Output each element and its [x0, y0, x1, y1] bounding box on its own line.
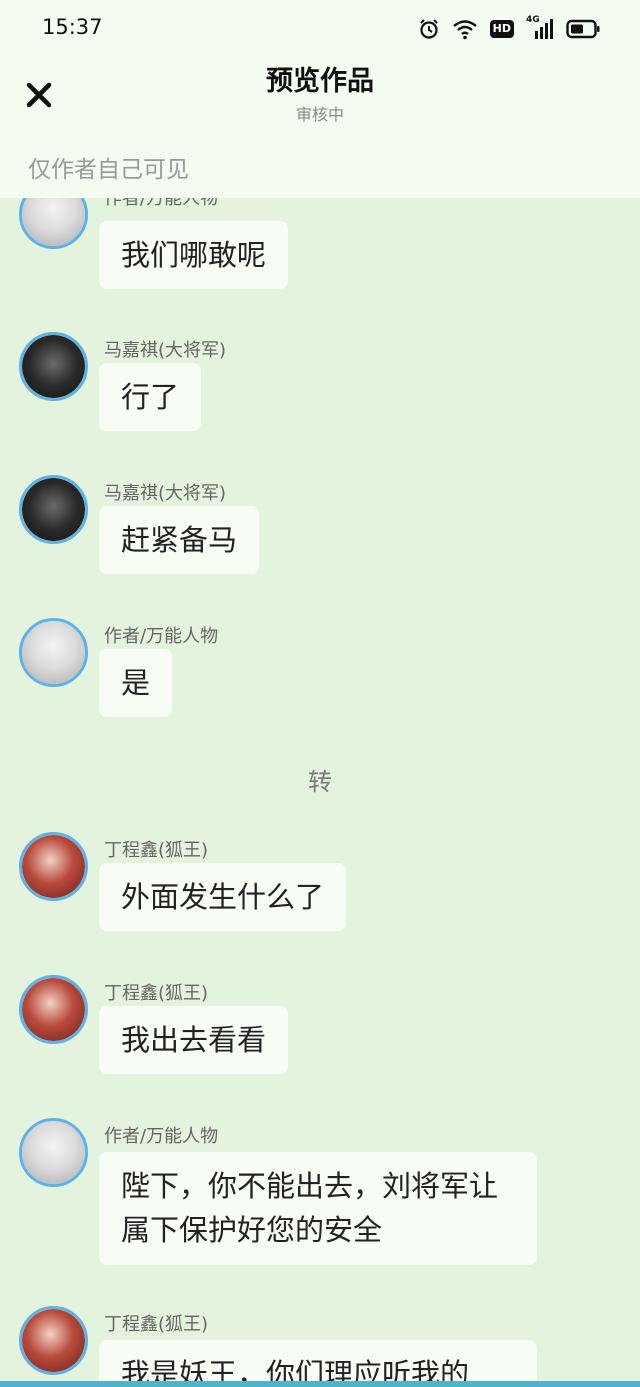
- bottom-accent-bar: [0, 1381, 640, 1387]
- wifi-icon: [452, 18, 478, 40]
- message-bubble: 是: [99, 649, 173, 717]
- status-icons: HD 4G: [418, 15, 600, 42]
- page-title: 预览作品: [266, 66, 374, 97]
- header-area: 15:37 HD 4G 预览作品 审核中 仅作者自己可见: [0, 0, 640, 198]
- battery-icon: [566, 19, 600, 39]
- hd-icon: HD: [489, 20, 514, 38]
- message-bubble: 陛下，你不能出去，刘将军让 属下保护好您的安全: [99, 1152, 537, 1265]
- message-bubble: 赶紧备马: [99, 506, 260, 574]
- status-bar: 15:37 HD 4G: [0, 0, 640, 56]
- sender-name: 作者/万能人物: [104, 1126, 219, 1147]
- chat-preview[interactable]: 作者/万能人物 我们哪敢呢 马嘉祺(大将军) 行了 马嘉祺(大将军) 赶紧备马 …: [0, 198, 640, 1382]
- message-bubble: 我是妖王，你们理应听我的: [99, 1340, 537, 1382]
- sender-name: 丁程鑫(狐王): [104, 840, 209, 861]
- avatar: [19, 1118, 88, 1187]
- avatar: [19, 618, 88, 687]
- avatar: [19, 198, 88, 249]
- scene-transition-marker: 转: [308, 768, 332, 796]
- sender-name: 马嘉祺(大将军): [104, 483, 227, 504]
- avatar: [19, 475, 88, 544]
- avatar: [19, 1306, 88, 1375]
- review-status: 审核中: [295, 105, 344, 124]
- message-bubble: 我出去看看: [99, 1006, 289, 1074]
- sender-name: 丁程鑫(狐王): [104, 983, 209, 1004]
- message-bubble: 外面发生什么了: [99, 863, 347, 931]
- avatar: [19, 975, 88, 1044]
- sender-name: 作者/万能人物: [104, 626, 219, 647]
- status-time: 15:37: [42, 15, 103, 39]
- message-line: 属下保护好您的安全: [121, 1213, 383, 1247]
- signal-4g-icon: 4G: [526, 15, 554, 40]
- alarm-icon: [418, 18, 440, 40]
- avatar: [19, 332, 88, 401]
- message-line: 陛下，你不能出去，刘将军让: [121, 1169, 499, 1203]
- message-bubble: 我们哪敢呢: [99, 221, 289, 289]
- avatar: [19, 832, 88, 901]
- title-area: 预览作品 审核中: [0, 62, 640, 126]
- sender-name: 马嘉祺(大将军): [104, 340, 227, 361]
- sender-name: 丁程鑫(狐王): [104, 1314, 209, 1335]
- message-bubble: 行了: [99, 363, 202, 431]
- sender-name: 作者/万能人物: [104, 198, 219, 209]
- visibility-note: 仅作者自己可见: [28, 157, 189, 183]
